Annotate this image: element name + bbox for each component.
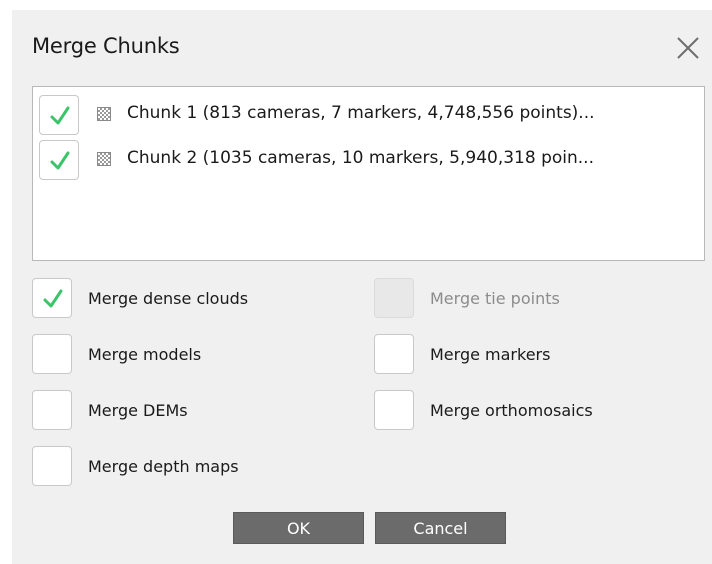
check-icon (50, 106, 70, 125)
merge-chunks-dialog: Merge Chunks Chunk 1 (813 cameras, 7 mar… (12, 10, 712, 564)
dialog-title: Merge Chunks (32, 34, 180, 58)
chunk-1-checkbox[interactable] (39, 95, 79, 135)
ok-button[interactable]: OK (233, 512, 364, 544)
merge-dense-clouds-label: Merge dense clouds (88, 289, 249, 308)
merge-dems-label: Merge DEMs (88, 401, 188, 420)
merge-depth-maps-checkbox[interactable] (32, 446, 72, 486)
check-icon (50, 151, 70, 170)
merge-markers-checkbox[interactable] (374, 334, 414, 374)
merge-orthomosaics-checkbox[interactable] (374, 390, 414, 430)
chunk-icon (97, 152, 111, 166)
chunk-list-item[interactable]: Chunk 2 (1035 cameras, 10 markers, 5,940… (39, 138, 699, 182)
merge-models-checkbox[interactable] (32, 334, 72, 374)
merge-dense-clouds-checkbox[interactable] (32, 278, 72, 318)
chunk-list-item[interactable]: Chunk 1 (813 cameras, 7 markers, 4,748,5… (39, 93, 699, 137)
chunk-label: Chunk 2 (1035 cameras, 10 markers, 5,940… (127, 148, 594, 168)
merge-tie-points-label: Merge tie points (430, 289, 560, 308)
chunk-list[interactable]: Chunk 1 (813 cameras, 7 markers, 4,748,5… (32, 86, 705, 261)
merge-tie-points-checkbox (374, 278, 414, 318)
merge-orthomosaics-label: Merge orthomosaics (430, 401, 593, 420)
merge-depth-maps-label: Merge depth maps (88, 457, 239, 476)
merge-markers-label: Merge markers (430, 345, 551, 364)
chunk-label: Chunk 1 (813 cameras, 7 markers, 4,748,5… (127, 103, 595, 123)
cancel-button[interactable]: Cancel (375, 512, 506, 544)
check-icon (43, 289, 63, 308)
chunk-icon (97, 107, 111, 121)
close-icon[interactable] (674, 34, 702, 62)
merge-models-label: Merge models (88, 345, 202, 364)
chunk-2-checkbox[interactable] (39, 140, 79, 180)
merge-dems-checkbox[interactable] (32, 390, 72, 430)
